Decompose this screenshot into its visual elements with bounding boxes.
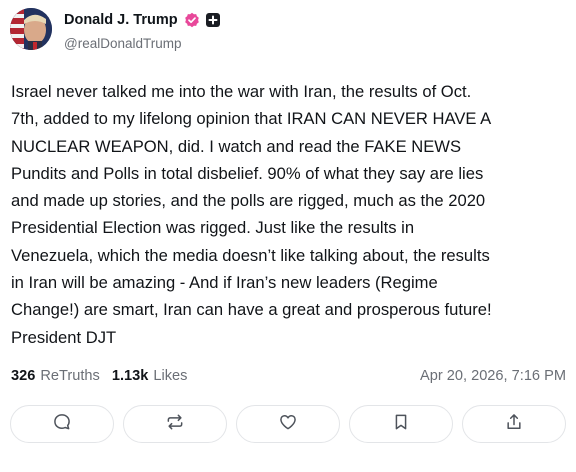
share-icon bbox=[504, 412, 524, 437]
reply-icon bbox=[52, 412, 72, 437]
verified-badge-icon bbox=[184, 12, 200, 28]
likes-label[interactable]: Likes bbox=[153, 368, 187, 384]
display-name[interactable]: Donald J. Trump bbox=[64, 12, 178, 28]
like-button[interactable] bbox=[236, 405, 340, 443]
post-timestamp[interactable]: Apr 20, 2026, 7:16 PM bbox=[420, 368, 566, 384]
reply-button[interactable] bbox=[10, 405, 114, 443]
retruths-label[interactable]: ReTruths bbox=[40, 368, 99, 384]
like-icon bbox=[278, 412, 298, 437]
bookmark-button[interactable] bbox=[349, 405, 453, 443]
likes-count[interactable]: 1.13k bbox=[112, 368, 149, 384]
post-body-text: Israel never talked me into the war with… bbox=[11, 82, 492, 347]
retruth-icon bbox=[165, 412, 185, 437]
retruths-count[interactable]: 326 bbox=[11, 368, 35, 384]
post-stats: 326 ReTruths 1.13k Likes bbox=[11, 368, 187, 384]
plus-badge-icon bbox=[205, 13, 220, 27]
author-name-row: Donald J. Trump bbox=[64, 12, 220, 28]
post-card: Donald J. Trump @realDonaldTrump Israel … bbox=[0, 0, 576, 472]
share-button[interactable] bbox=[462, 405, 566, 443]
bookmark-icon bbox=[391, 412, 411, 437]
retruth-button[interactable] bbox=[123, 405, 227, 443]
avatar-image bbox=[10, 8, 52, 50]
avatar[interactable] bbox=[10, 8, 52, 50]
action-bar bbox=[10, 405, 566, 445]
author-handle[interactable]: @realDonaldTrump bbox=[64, 36, 182, 51]
